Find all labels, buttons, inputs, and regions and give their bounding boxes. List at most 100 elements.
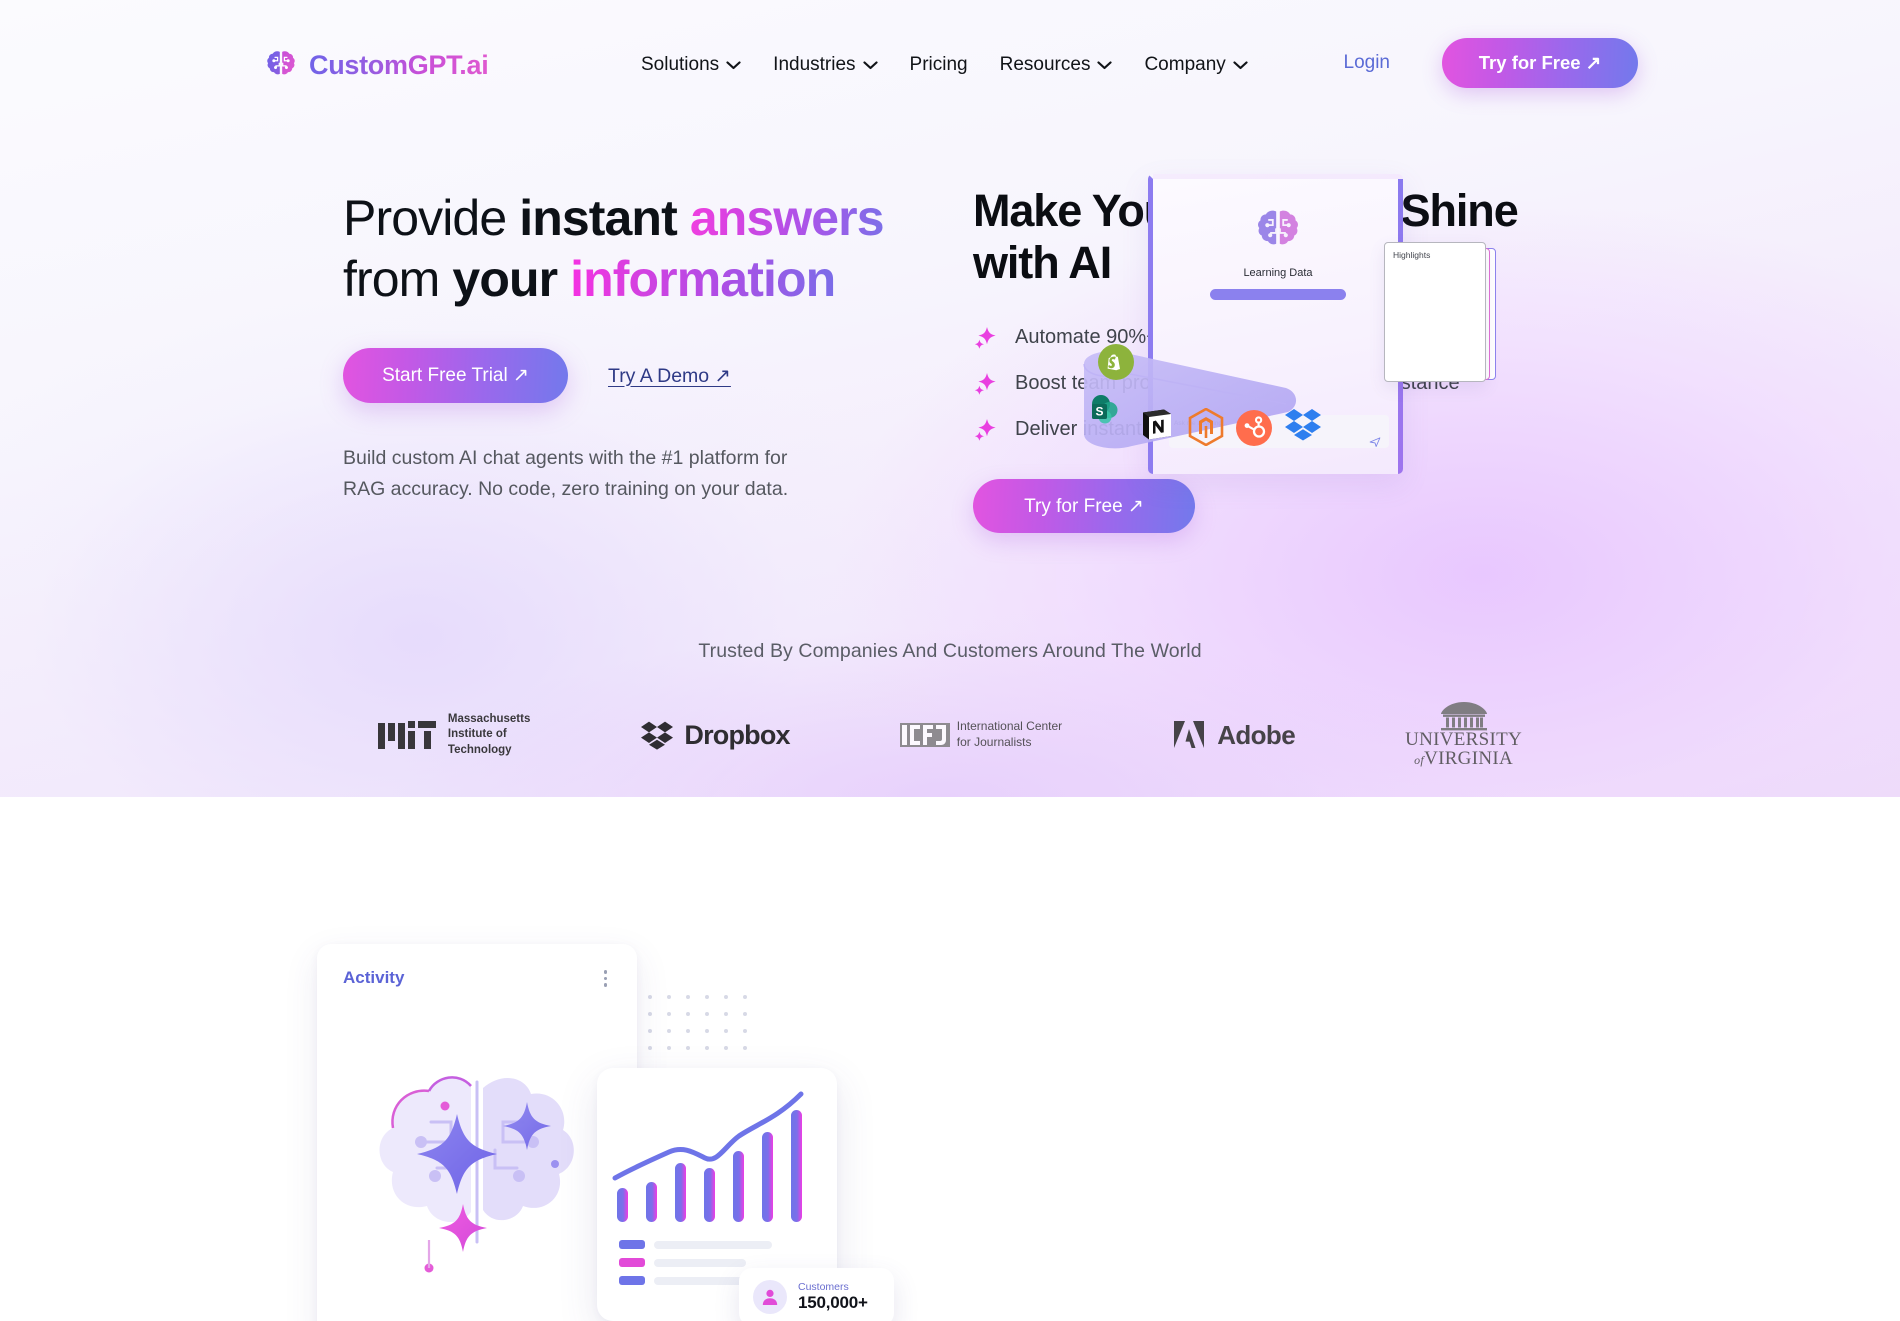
dot [686,1029,690,1033]
hero-heading-bold-2: your [452,251,571,307]
nav-item-solutions[interactable]: Solutions [625,46,757,84]
legend-swatch [619,1258,645,1267]
brand-name: CustomGPT.ai [309,49,489,80]
activity-card-header: Activity [317,944,637,991]
learning-data-label: Learning Data [1243,267,1313,279]
dot [705,995,709,999]
dot [743,1046,747,1050]
dot [724,1046,728,1050]
dropbox-icon [1284,406,1322,442]
customers-value: 150,000+ [798,1293,868,1312]
dot [743,1029,747,1033]
dot [686,1046,690,1050]
notion-icon [1138,406,1174,442]
dot [705,1046,709,1050]
dot [648,1046,652,1050]
send-icon[interactable] [1369,436,1381,448]
dot [667,995,671,999]
dropbox-logo: Dropbox [640,703,791,767]
activity-card-title: Activity [343,968,405,988]
nav-item-company[interactable]: Company [1128,46,1263,84]
rotunda-icon [1440,702,1487,731]
nav-item-label: Industries [773,54,856,75]
uva-line-2: of [1414,753,1425,767]
activity-card: Activity [317,944,637,1321]
icfj-logo: International Center for Journalists [899,703,1062,767]
hero-heading-gradient-1: answers [689,190,885,246]
adobe-mark-icon [1174,721,1205,748]
highlights-card: Highlights [1384,242,1486,382]
dot-grid-decoration [648,995,758,1055]
legend-swatch [619,1276,645,1285]
hero-heading-plain-2: from [343,251,453,307]
start-free-trial-button[interactable]: Start Free Trial ↗ [343,348,568,403]
mit-line-2: Institute of [447,728,507,741]
customers-label: Customers [798,1281,849,1293]
mit-line-3: Technology [447,743,512,756]
mit-logo: Massachusetts Institute of Technology [377,703,530,767]
dropbox-wordmark: Dropbox [684,719,790,750]
integration-logos: S [1088,344,1321,446]
customers-badge: Customers 150,000+ [739,1268,894,1321]
learning-progress-bar [1210,289,1346,300]
ai-brain-illustration [379,1076,574,1273]
legend-placeholder-line [654,1258,746,1267]
trusted-by-section: Trusted By Companies And Customers Aroun… [0,640,1900,769]
svg-text:S: S [1095,405,1103,419]
nav-item-label: Company [1144,54,1226,75]
icfj-line-2: for Journalists [956,735,1032,749]
try-a-demo-link[interactable]: Try A Demo ↗ [608,364,731,388]
shopify-icon [1098,344,1134,380]
user-icon [762,1289,778,1305]
highlights-card-title: Highlights [1393,250,1431,260]
dot [743,1012,747,1016]
hero-cta-row: Start Free Trial ↗ Try A Demo ↗ [343,348,963,403]
nav-item-pricing[interactable]: Pricing [894,46,984,84]
brain-icon [1258,210,1298,245]
hero-heading: Provide instant answers from your inform… [343,188,963,310]
dot [667,1029,671,1033]
chevron-down-icon [862,60,878,69]
dot [667,1012,671,1016]
hero-heading-gradient-2: information [570,251,836,307]
sharepoint-icon: S [1088,393,1120,425]
dot [724,995,728,999]
dot [648,995,652,999]
hubspot-icon [1236,410,1272,446]
legend-row [619,1258,772,1267]
mit-mark-icon [377,720,436,749]
trusted-logo-row: Massachusetts Institute of Technology Dr… [0,702,1900,769]
nav-item-label: Solutions [641,54,720,75]
more-options-icon[interactable] [600,966,612,991]
uva-logo: UNIVERSITY ofVIRGINIA [1405,702,1522,769]
nav-item-label: Resources [999,54,1091,75]
login-link[interactable]: Login [1322,42,1413,84]
sparkle-icon [974,373,996,396]
legend-placeholder-line [654,1240,772,1249]
sparkle-icon [974,327,996,350]
top-navigation-bar: CustomGPT.ai Solutions Industries Pricin… [0,0,1900,112]
hero-heading-bold-1: instant [519,190,690,246]
dot [686,995,690,999]
sparkle-icon [974,419,996,442]
business-shine-section [0,797,1900,1321]
legend-swatch [619,1240,645,1249]
dropbox-mark-icon [641,721,674,750]
landing-page: CustomGPT.ai Solutions Industries Pricin… [0,0,1900,1321]
adobe-wordmark: Adobe [1217,719,1296,750]
magento-icon [1188,408,1224,446]
nav-item-resources[interactable]: Resources [984,46,1129,84]
legend-row [619,1240,772,1249]
bar-line-chart [612,1091,804,1222]
nav-item-industries[interactable]: Industries [757,46,893,84]
nav-actions: Login Try for Free ↗ [1322,38,1638,88]
brand-logo-link[interactable]: CustomGPT.ai [264,48,489,82]
try-for-free-button[interactable]: Try for Free ↗ [1442,38,1638,88]
chevron-down-icon [1097,60,1113,69]
dot [686,1012,690,1016]
dot [724,1012,728,1016]
uva-line-3: VIRGINIA [1424,748,1514,769]
dot [648,1029,652,1033]
hero-illustration: Learning Data Ask me anything... Highlig… [1080,160,1640,520]
nav-item-label: Pricing [909,54,968,75]
